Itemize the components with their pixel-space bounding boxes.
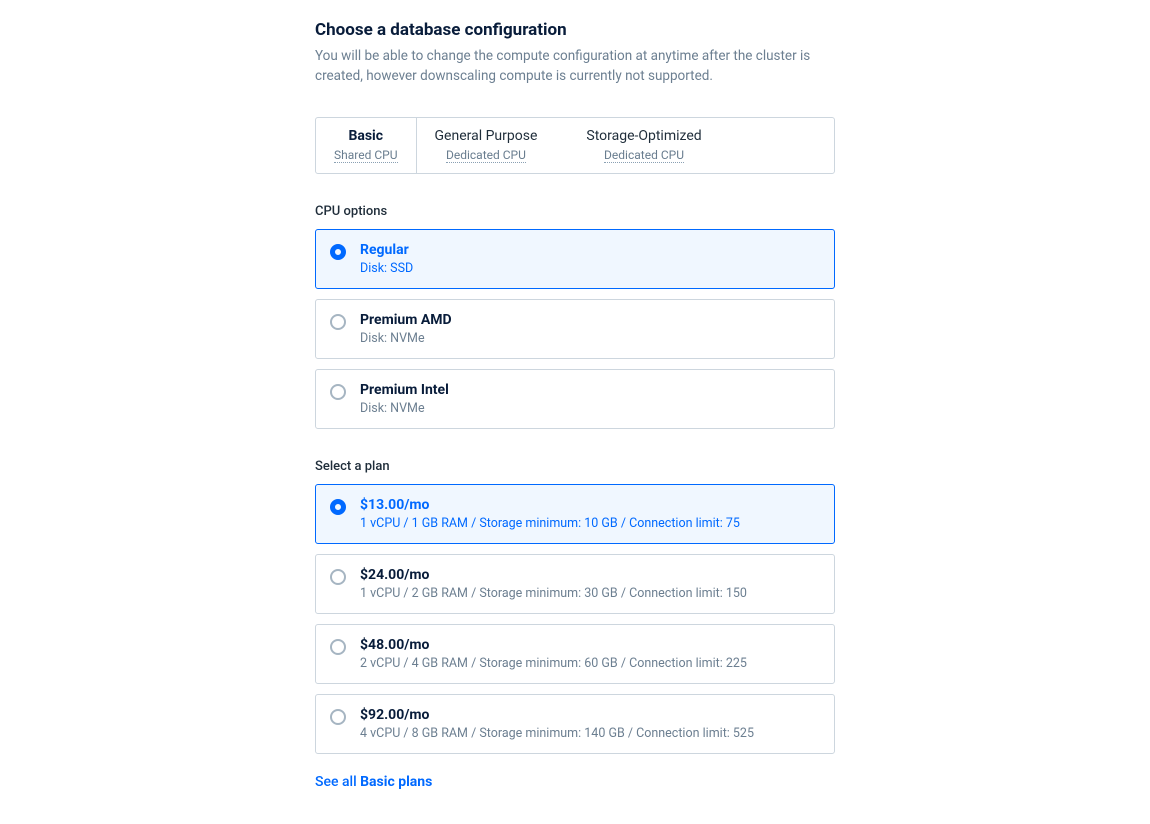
plan-option-24[interactable]: $24.00/mo 1 vCPU / 2 GB RAM / Storage mi… (315, 554, 835, 614)
tab-title: General Purpose (435, 128, 538, 144)
cpu-option-premium-amd[interactable]: Premium AMD Disk: NVMe (315, 299, 835, 359)
radio-icon (330, 244, 346, 260)
tab-title: Basic (334, 128, 398, 144)
radio-icon (330, 384, 346, 400)
option-title: Regular (360, 242, 820, 258)
tab-storage-optimized[interactable]: Storage-Optimized Dedicated CPU (568, 118, 720, 173)
plan-options: $13.00/mo 1 vCPU / 1 GB RAM / Storage mi… (315, 484, 835, 754)
plan-section-label: Select a plan (315, 459, 835, 474)
option-title: $48.00/mo (360, 637, 820, 653)
radio-icon (330, 709, 346, 725)
option-desc: 1 vCPU / 2 GB RAM / Storage minimum: 30 … (360, 586, 820, 601)
tab-basic[interactable]: Basic Shared CPU (316, 118, 417, 173)
option-title: $13.00/mo (360, 497, 820, 513)
option-title: Premium Intel (360, 382, 820, 398)
tab-subtitle: Dedicated CPU (446, 148, 526, 163)
config-tabs: Basic Shared CPU General Purpose Dedicat… (315, 117, 835, 174)
db-config-panel: Choose a database configuration You will… (315, 20, 835, 790)
cpu-options: Regular Disk: SSD Premium AMD Disk: NVMe… (315, 229, 835, 429)
page-title: Choose a database configuration (315, 20, 835, 40)
cpu-option-premium-intel[interactable]: Premium Intel Disk: NVMe (315, 369, 835, 429)
tab-subtitle: Dedicated CPU (604, 148, 684, 163)
radio-icon (330, 499, 346, 515)
option-desc: 2 vCPU / 4 GB RAM / Storage minimum: 60 … (360, 656, 820, 671)
radio-icon (330, 639, 346, 655)
page-subtitle: You will be able to change the compute c… (315, 46, 835, 87)
tab-general-purpose[interactable]: General Purpose Dedicated CPU (417, 118, 557, 173)
tab-title: Storage-Optimized (586, 128, 701, 144)
option-desc: 1 vCPU / 1 GB RAM / Storage minimum: 10 … (360, 516, 820, 531)
see-all-plans-link[interactable]: See all Basic plans (315, 774, 432, 790)
tab-subtitle: Shared CPU (334, 148, 398, 163)
plan-option-92[interactable]: $92.00/mo 4 vCPU / 8 GB RAM / Storage mi… (315, 694, 835, 754)
option-desc: Disk: NVMe (360, 331, 820, 346)
link-emphasis: Basic plans (360, 774, 432, 790)
option-desc: Disk: NVMe (360, 401, 820, 416)
radio-icon (330, 314, 346, 330)
option-title: $24.00/mo (360, 567, 820, 583)
radio-icon (330, 569, 346, 585)
link-prefix: See all (315, 774, 360, 790)
option-title: Premium AMD (360, 312, 820, 328)
plan-option-13[interactable]: $13.00/mo 1 vCPU / 1 GB RAM / Storage mi… (315, 484, 835, 544)
option-desc: Disk: SSD (360, 261, 820, 276)
option-desc: 4 vCPU / 8 GB RAM / Storage minimum: 140… (360, 726, 820, 741)
cpu-option-regular[interactable]: Regular Disk: SSD (315, 229, 835, 289)
option-title: $92.00/mo (360, 707, 820, 723)
plan-option-48[interactable]: $48.00/mo 2 vCPU / 4 GB RAM / Storage mi… (315, 624, 835, 684)
cpu-section-label: CPU options (315, 204, 835, 219)
